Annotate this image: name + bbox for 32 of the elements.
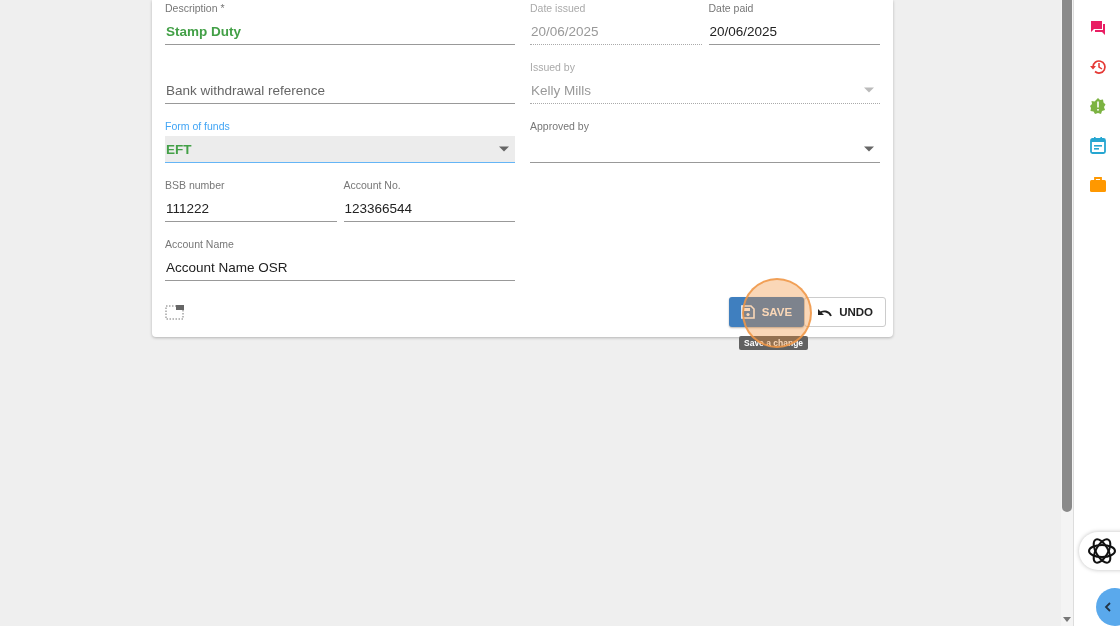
input-field[interactable]: Bank withdrawal reference bbox=[165, 77, 515, 104]
field-label: Approved by bbox=[530, 120, 590, 133]
field-label: Date paid bbox=[708, 2, 755, 15]
dropdown-arrow-icon bbox=[864, 146, 874, 152]
undo-icon bbox=[817, 307, 833, 317]
chevron-left-icon bbox=[1104, 602, 1111, 612]
input-field[interactable]: 123366544 bbox=[343, 195, 515, 222]
field-label: BSB number bbox=[165, 179, 226, 192]
layout-icon[interactable] bbox=[165, 304, 184, 320]
field-label: Issued by bbox=[530, 61, 576, 74]
field-label: Account No. bbox=[343, 179, 402, 192]
field-label: Date issued bbox=[530, 2, 587, 15]
briefcase-icon[interactable] bbox=[1089, 175, 1107, 193]
knot-logo-icon bbox=[1087, 536, 1117, 566]
input-field[interactable]: Account Name OSR bbox=[165, 254, 515, 281]
field-label: Form of funds bbox=[165, 120, 231, 133]
scroll-down-icon[interactable] bbox=[1063, 617, 1071, 622]
dropdown-arrow-icon bbox=[864, 87, 874, 93]
input-field[interactable]: 111222 bbox=[165, 195, 337, 222]
alert-badge-icon[interactable] bbox=[1089, 97, 1107, 115]
field-label: Description * bbox=[165, 2, 226, 15]
assistant-button[interactable] bbox=[1079, 532, 1120, 570]
calendar-icon[interactable] bbox=[1089, 136, 1107, 154]
chat-icon[interactable] bbox=[1089, 19, 1107, 37]
input-field[interactable]: Stamp Duty bbox=[165, 18, 515, 45]
input-field[interactable]: 20/06/2025 bbox=[708, 18, 880, 45]
scrollbar-thumb[interactable] bbox=[1062, 0, 1072, 512]
tooltip: Save a change bbox=[739, 336, 809, 350]
history-icon[interactable] bbox=[1089, 58, 1107, 76]
undo-button[interactable]: UNDO bbox=[804, 297, 886, 327]
field-label: Account Name bbox=[165, 238, 235, 251]
dropdown-arrow-icon bbox=[499, 146, 509, 152]
